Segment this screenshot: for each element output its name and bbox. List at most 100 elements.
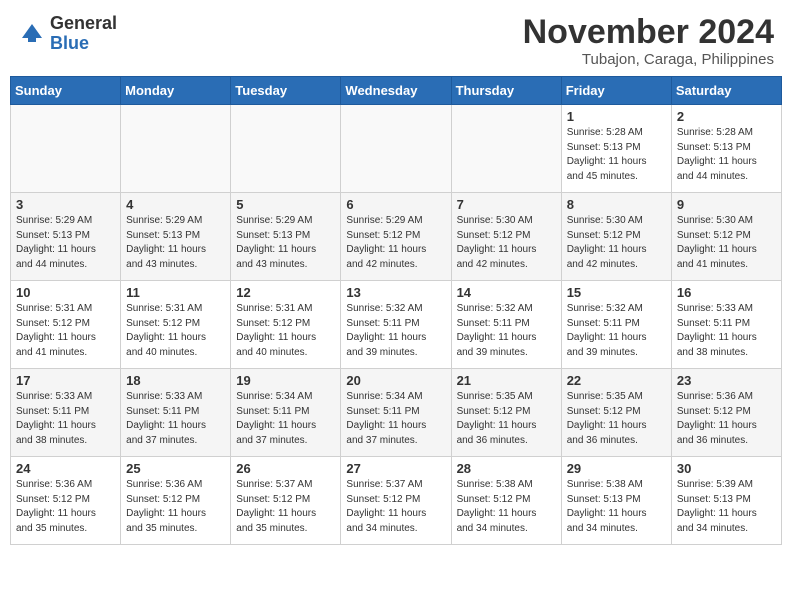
day-info: Sunrise: 5:32 AM Sunset: 5:11 PM Dayligh… xyxy=(346,302,445,360)
calendar-cell: 28 Sunrise: 5:38 AM Sunset: 5:12 PM Dayli… xyxy=(451,457,561,545)
day-header-saturday: Saturday xyxy=(671,77,781,105)
day-number: 20 xyxy=(346,373,445,388)
calendar-cell xyxy=(341,105,451,193)
calendar-cell: 18 Sunrise: 5:33 AM Sunset: 5:11 PM Dayli… xyxy=(121,369,231,457)
header: General Blue November 2024 Tubajon, Cara… xyxy=(0,0,792,76)
day-info: Sunrise: 5:29 AM Sunset: 5:12 PM Dayligh… xyxy=(346,214,445,272)
day-number: 16 xyxy=(677,285,776,300)
day-number: 25 xyxy=(126,461,225,476)
day-info: Sunrise: 5:38 AM Sunset: 5:12 PM Dayligh… xyxy=(457,478,556,536)
day-number: 10 xyxy=(16,285,115,300)
day-number: 17 xyxy=(16,373,115,388)
day-info: Sunrise: 5:35 AM Sunset: 5:12 PM Dayligh… xyxy=(457,390,556,448)
logo-general-text: General xyxy=(50,14,117,34)
day-header-monday: Monday xyxy=(121,77,231,105)
week-row-2: 3 Sunrise: 5:29 AM Sunset: 5:13 PM Daylig… xyxy=(11,193,782,281)
calendar-cell: 25Sunrise: 5:36 AM Sunset: 5:12 PM Dayli… xyxy=(121,457,231,545)
month-title: November 2024 xyxy=(523,14,774,51)
day-header-tuesday: Tuesday xyxy=(231,77,341,105)
calendar-cell: 17 Sunrise: 5:33 AM Sunset: 5:11 PM Dayli… xyxy=(11,369,121,457)
logo-blue-text: Blue xyxy=(50,34,117,54)
day-number: 27 xyxy=(346,461,445,476)
day-number: 22 xyxy=(567,373,666,388)
day-info: Sunrise: 5:29 AM Sunset: 5:13 PM Dayligh… xyxy=(126,214,225,272)
day-number: 13 xyxy=(346,285,445,300)
day-info: Sunrise: 5:36 AM Sunset: 5:12 PM Dayligh… xyxy=(16,478,115,536)
calendar-cell: 3Sunrise: 5:29 AM Sunset: 5:13 PM Daylig… xyxy=(11,193,121,281)
calendar-cell: 20 Sunrise: 5:34 AM Sunset: 5:11 PM Dayli… xyxy=(341,369,451,457)
calendar-cell: 8Sunrise: 5:30 AM Sunset: 5:12 PM Daylig… xyxy=(561,193,671,281)
calendar-cell: 29 Sunrise: 5:38 AM Sunset: 5:13 PM Dayli… xyxy=(561,457,671,545)
calendar-header-row: SundayMondayTuesdayWednesdayThursdayFrid… xyxy=(11,77,782,105)
calendar-cell: 21 Sunrise: 5:35 AM Sunset: 5:12 PM Dayli… xyxy=(451,369,561,457)
week-row-1: 1Sunrise: 5:28 AM Sunset: 5:13 PM Daylig… xyxy=(11,105,782,193)
day-number: 15 xyxy=(567,285,666,300)
calendar-cell: 16 Sunrise: 5:33 AM Sunset: 5:11 PM Dayli… xyxy=(671,281,781,369)
day-number: 3 xyxy=(16,197,115,212)
calendar-cell: 1Sunrise: 5:28 AM Sunset: 5:13 PM Daylig… xyxy=(561,105,671,193)
logo-text: General Blue xyxy=(50,14,117,54)
day-number: 6 xyxy=(346,197,445,212)
day-number: 21 xyxy=(457,373,556,388)
day-number: 4 xyxy=(126,197,225,212)
week-row-5: 24 Sunrise: 5:36 AM Sunset: 5:12 PM Dayli… xyxy=(11,457,782,545)
day-info: Sunrise: 5:34 AM Sunset: 5:11 PM Dayligh… xyxy=(236,390,335,448)
calendar-cell: 13 Sunrise: 5:32 AM Sunset: 5:11 PM Dayli… xyxy=(341,281,451,369)
day-number: 23 xyxy=(677,373,776,388)
day-info: Sunrise: 5:36 AM Sunset: 5:12 PM Dayligh… xyxy=(677,390,776,448)
calendar-cell: 30 Sunrise: 5:39 AM Sunset: 5:13 PM Dayli… xyxy=(671,457,781,545)
day-info: Sunrise: 5:28 AM Sunset: 5:13 PM Dayligh… xyxy=(567,126,666,184)
day-number: 29 xyxy=(567,461,666,476)
day-info: Sunrise: 5:33 AM Sunset: 5:11 PM Dayligh… xyxy=(126,390,225,448)
day-header-friday: Friday xyxy=(561,77,671,105)
calendar-cell: 5 Sunrise: 5:29 AM Sunset: 5:13 PM Daylig… xyxy=(231,193,341,281)
day-info: Sunrise: 5:29 AM Sunset: 5:13 PM Dayligh… xyxy=(236,214,335,272)
calendar-cell: 4 Sunrise: 5:29 AM Sunset: 5:13 PM Daylig… xyxy=(121,193,231,281)
calendar: SundayMondayTuesdayWednesdayThursdayFrid… xyxy=(0,76,792,612)
day-number: 7 xyxy=(457,197,556,212)
day-number: 28 xyxy=(457,461,556,476)
day-info: Sunrise: 5:37 AM Sunset: 5:12 PM Dayligh… xyxy=(236,478,335,536)
day-info: Sunrise: 5:31 AM Sunset: 5:12 PM Dayligh… xyxy=(236,302,335,360)
calendar-cell: 9 Sunrise: 5:30 AM Sunset: 5:12 PM Daylig… xyxy=(671,193,781,281)
calendar-cell xyxy=(11,105,121,193)
calendar-cell xyxy=(121,105,231,193)
calendar-cell: 22 Sunrise: 5:35 AM Sunset: 5:12 PM Dayli… xyxy=(561,369,671,457)
calendar-cell: 26Sunrise: 5:37 AM Sunset: 5:12 PM Dayli… xyxy=(231,457,341,545)
day-number: 19 xyxy=(236,373,335,388)
day-number: 24 xyxy=(16,461,115,476)
day-number: 18 xyxy=(126,373,225,388)
logo-icon xyxy=(18,20,46,48)
day-number: 12 xyxy=(236,285,335,300)
day-info: Sunrise: 5:34 AM Sunset: 5:11 PM Dayligh… xyxy=(346,390,445,448)
day-info: Sunrise: 5:30 AM Sunset: 5:12 PM Dayligh… xyxy=(457,214,556,272)
day-info: Sunrise: 5:31 AM Sunset: 5:12 PM Dayligh… xyxy=(16,302,115,360)
day-number: 14 xyxy=(457,285,556,300)
week-row-3: 10 Sunrise: 5:31 AM Sunset: 5:12 PM Dayli… xyxy=(11,281,782,369)
calendar-cell: 27 Sunrise: 5:37 AM Sunset: 5:12 PM Dayli… xyxy=(341,457,451,545)
calendar-cell: 10 Sunrise: 5:31 AM Sunset: 5:12 PM Dayli… xyxy=(11,281,121,369)
day-info: Sunrise: 5:39 AM Sunset: 5:13 PM Dayligh… xyxy=(677,478,776,536)
day-info: Sunrise: 5:30 AM Sunset: 5:12 PM Dayligh… xyxy=(677,214,776,272)
day-info: Sunrise: 5:33 AM Sunset: 5:11 PM Dayligh… xyxy=(16,390,115,448)
day-number: 30 xyxy=(677,461,776,476)
day-info: Sunrise: 5:38 AM Sunset: 5:13 PM Dayligh… xyxy=(567,478,666,536)
day-info: Sunrise: 5:31 AM Sunset: 5:12 PM Dayligh… xyxy=(126,302,225,360)
day-number: 11 xyxy=(126,285,225,300)
day-number: 2 xyxy=(677,109,776,124)
day-info: Sunrise: 5:32 AM Sunset: 5:11 PM Dayligh… xyxy=(457,302,556,360)
logo: General Blue xyxy=(18,14,117,54)
day-number: 5 xyxy=(236,197,335,212)
calendar-cell: 24 Sunrise: 5:36 AM Sunset: 5:12 PM Dayli… xyxy=(11,457,121,545)
calendar-cell: 7 Sunrise: 5:30 AM Sunset: 5:12 PM Daylig… xyxy=(451,193,561,281)
title-block: November 2024 Tubajon, Caraga, Philippin… xyxy=(523,14,774,68)
day-number: 9 xyxy=(677,197,776,212)
calendar-cell xyxy=(231,105,341,193)
day-info: Sunrise: 5:32 AM Sunset: 5:11 PM Dayligh… xyxy=(567,302,666,360)
calendar-cell: 2Sunrise: 5:28 AM Sunset: 5:13 PM Daylig… xyxy=(671,105,781,193)
day-info: Sunrise: 5:35 AM Sunset: 5:12 PM Dayligh… xyxy=(567,390,666,448)
day-info: Sunrise: 5:33 AM Sunset: 5:11 PM Dayligh… xyxy=(677,302,776,360)
day-info: Sunrise: 5:37 AM Sunset: 5:12 PM Dayligh… xyxy=(346,478,445,536)
day-header-thursday: Thursday xyxy=(451,77,561,105)
calendar-cell: 19 Sunrise: 5:34 AM Sunset: 5:11 PM Dayli… xyxy=(231,369,341,457)
